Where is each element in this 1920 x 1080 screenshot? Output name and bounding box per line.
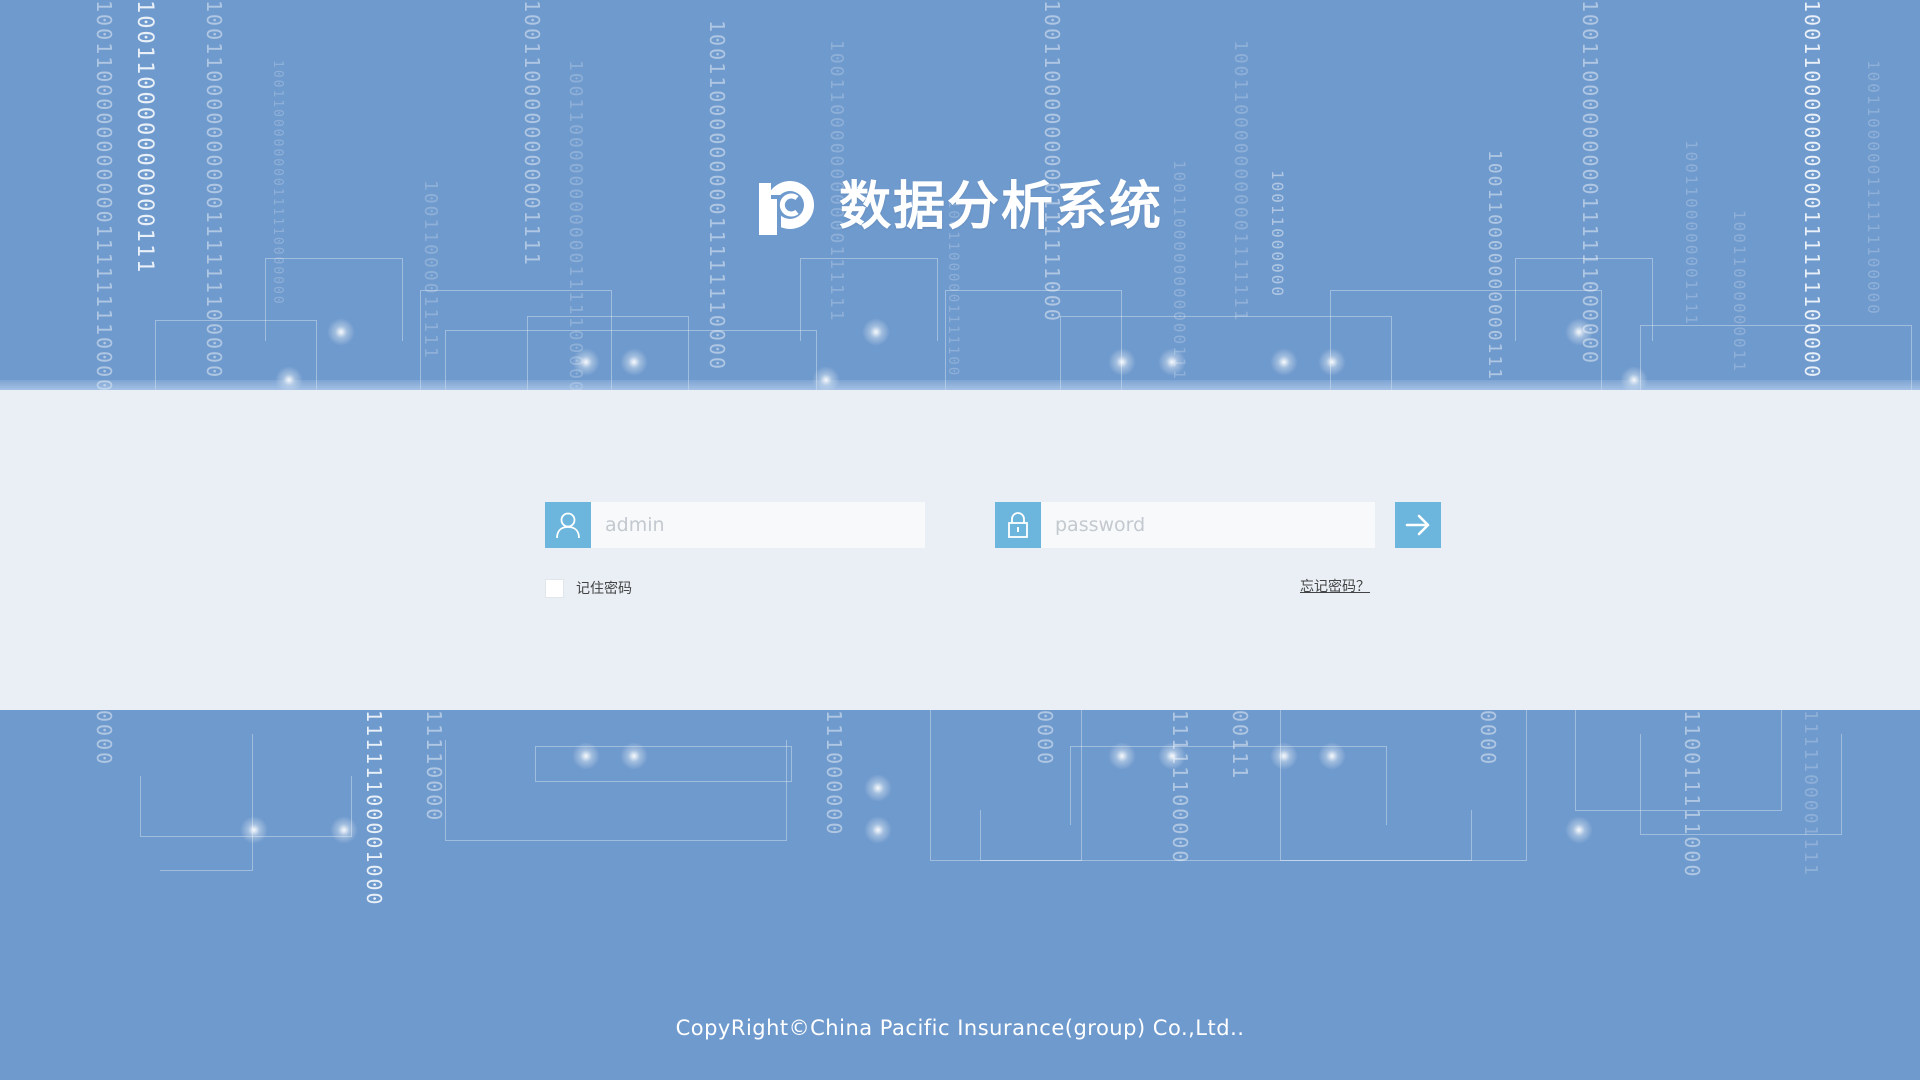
- user-icon: [545, 502, 591, 548]
- arrow-right-icon: [1405, 514, 1430, 536]
- remember-password[interactable]: 记住密码: [545, 578, 632, 598]
- password-field: [995, 502, 1375, 548]
- remember-password-label: 记住密码: [576, 581, 632, 597]
- username-field: [545, 502, 925, 548]
- app-title: 数据分析系统: [839, 177, 1164, 237]
- password-input[interactable]: [1041, 502, 1375, 548]
- login-page: 1001100000000000111111110000 10011000000…: [0, 0, 1920, 1080]
- username-input[interactable]: [591, 502, 925, 548]
- background-decoration-bottom: 0000 11111100001000 11110000 111000000 0…: [0, 710, 1920, 940]
- band-top-edge: [0, 380, 1920, 390]
- login-submit-button[interactable]: [1395, 502, 1441, 548]
- footer-copyright: CopyRight©China Pacific Insurance(group)…: [675, 1016, 1245, 1040]
- lock-icon: [995, 502, 1041, 548]
- brand-header: 数据分析系统: [755, 172, 1163, 242]
- forgot-password-link[interactable]: 忘记密码？: [1300, 578, 1370, 597]
- logo-icon: [759, 181, 814, 235]
- login-form: 记住密码 忘记密码？: [0, 390, 1920, 710]
- remember-password-checkbox[interactable]: [545, 578, 564, 598]
